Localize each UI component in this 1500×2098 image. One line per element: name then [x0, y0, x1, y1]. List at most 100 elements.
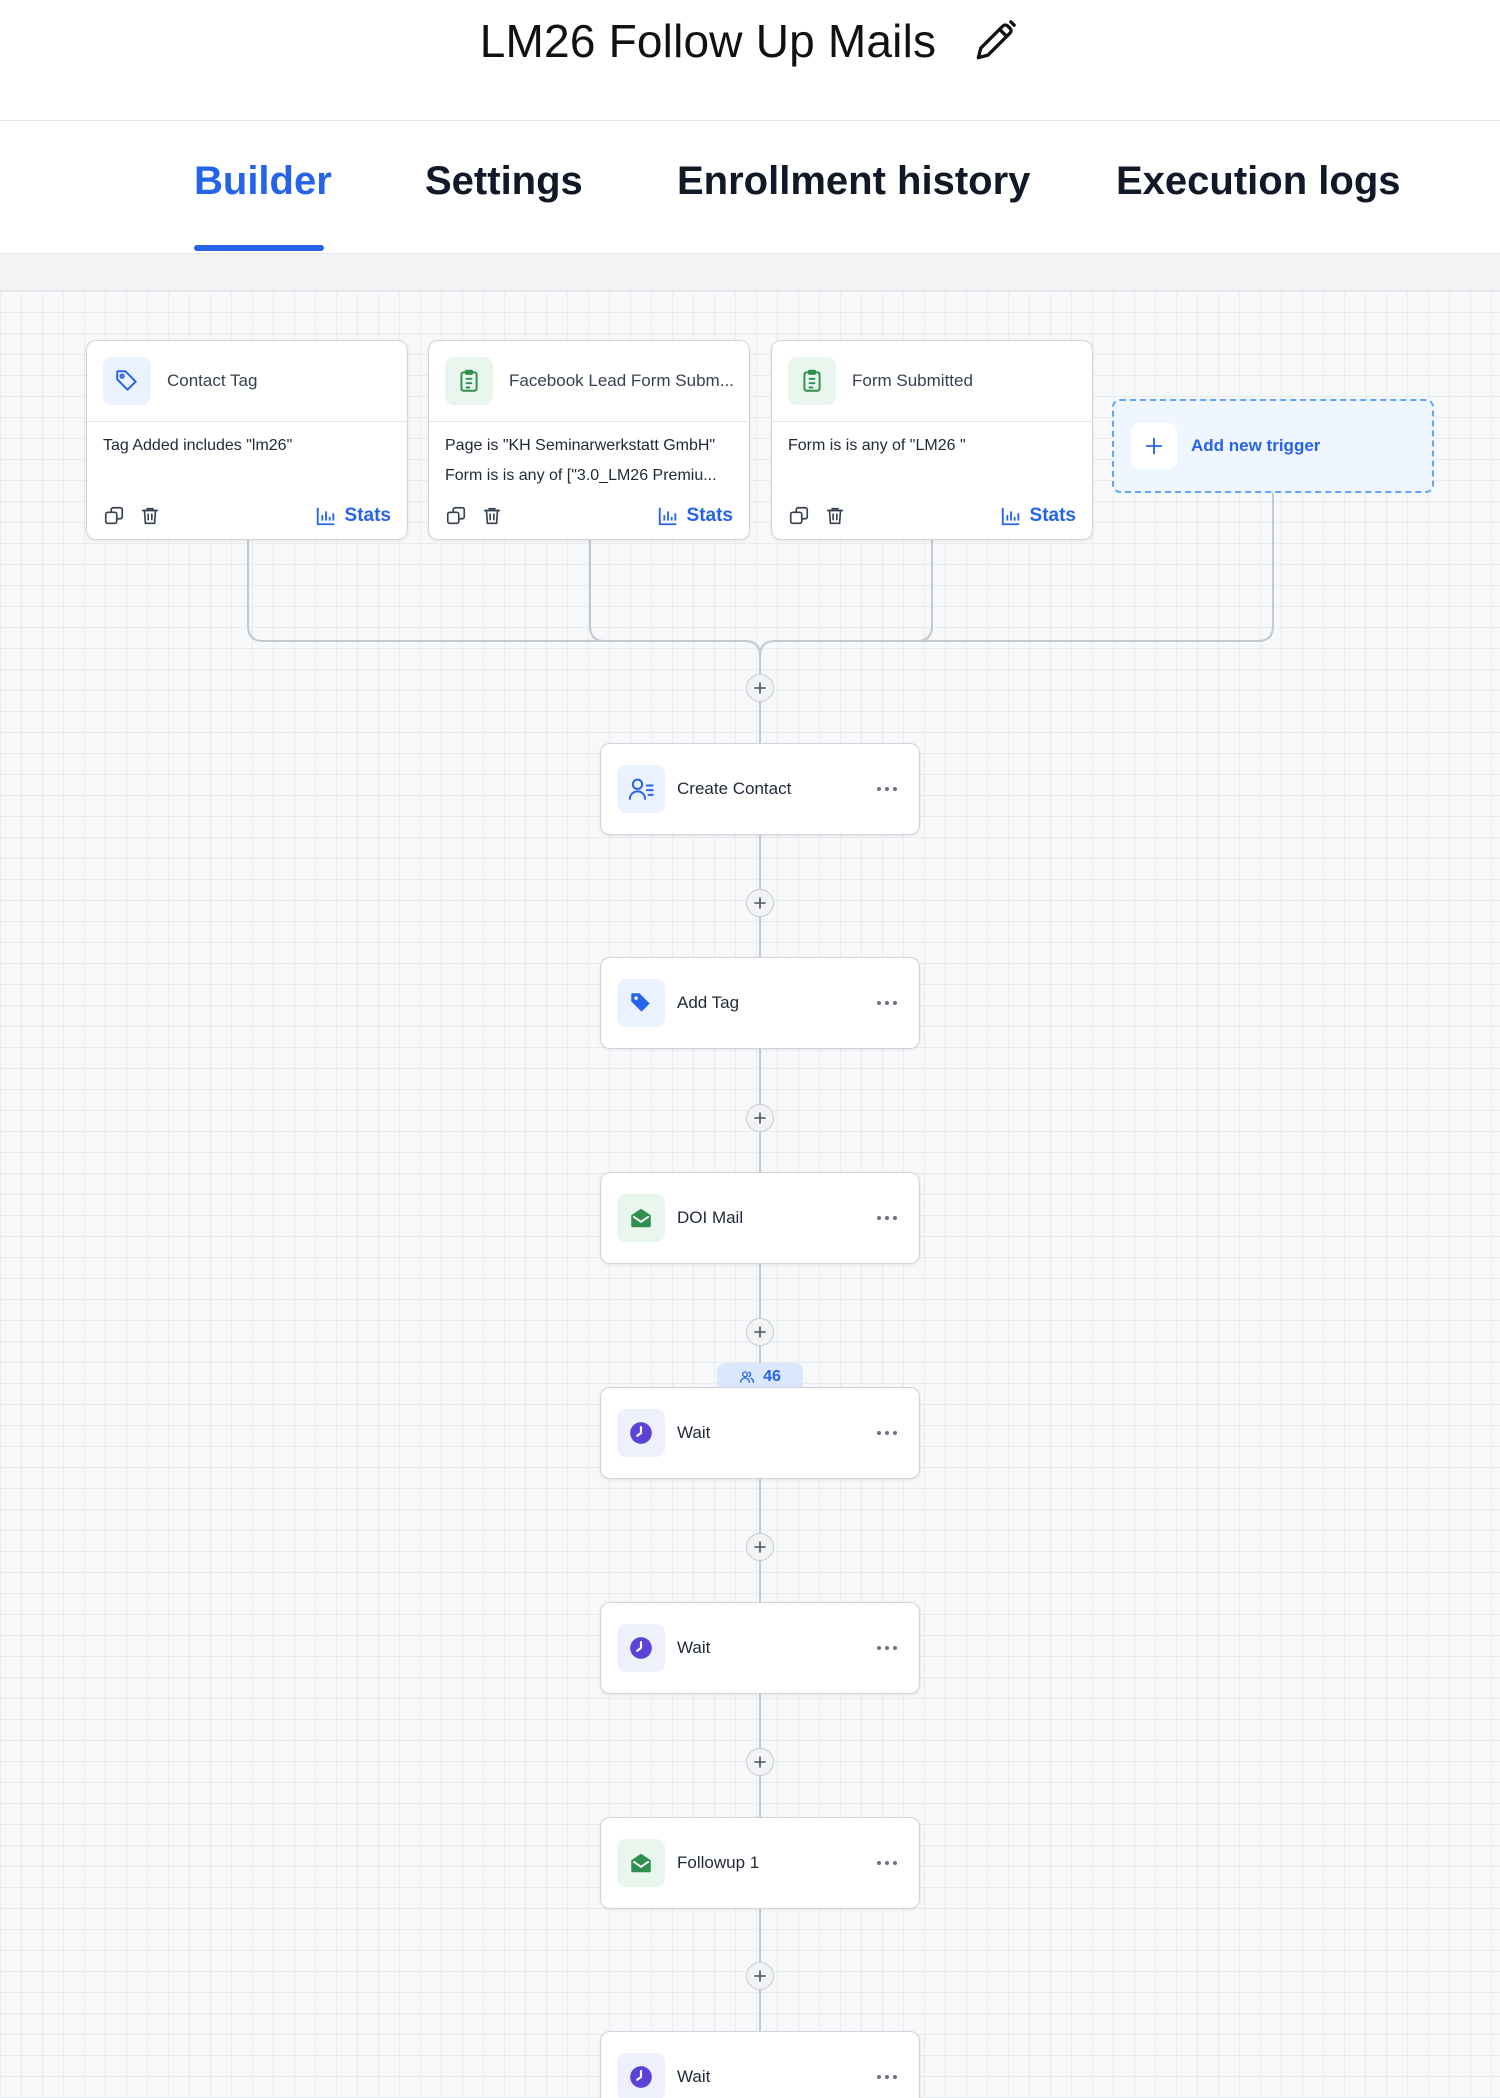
action-node-followup-1[interactable]: Followup 1 [600, 1817, 920, 1909]
tab-settings[interactable]: Settings [425, 159, 583, 204]
plus-icon [754, 1112, 766, 1124]
trigger-card-facebook-lead-form[interactable]: Facebook Lead Form Subm... Page is "KH S… [428, 340, 750, 540]
action-node-add-tag[interactable]: Add Tag [600, 957, 920, 1049]
add-step-button[interactable] [746, 889, 774, 917]
add-step-button[interactable] [746, 1748, 774, 1776]
trigger-icon-box [103, 357, 151, 405]
contact-icon [628, 778, 654, 800]
trigger-condition: Form is is any of "LM26 " [788, 437, 966, 454]
trigger-card-footer: Stats [772, 493, 1092, 539]
email-icon [631, 1853, 651, 1873]
pencil-icon[interactable] [970, 16, 1020, 66]
duplicate-icon[interactable] [788, 505, 810, 527]
more-options-icon[interactable] [875, 999, 899, 1007]
trash-icon[interactable] [481, 505, 503, 527]
toolbar-strip [0, 254, 1500, 291]
action-icon-box [617, 1194, 665, 1242]
action-node-wait[interactable]: Wait [600, 1602, 920, 1694]
tab-enrollment-history[interactable]: Enrollment history [677, 159, 1030, 204]
plus-icon [754, 1541, 766, 1553]
trigger-condition: Page is "KH Seminarwerkstatt GmbH" [445, 437, 716, 454]
action-icon-box [617, 765, 665, 813]
plus-icon [754, 1326, 766, 1338]
duplicate-icon[interactable] [103, 505, 125, 527]
trigger-title: Form Submitted [852, 371, 973, 390]
action-label: Create Contact [677, 779, 792, 798]
more-options-icon[interactable] [875, 785, 899, 793]
tag-outline-icon [116, 370, 137, 391]
tab-bar: Builder Settings Enrollment history Exec… [0, 121, 1500, 255]
action-node-create-contact[interactable]: Create Contact [600, 743, 920, 835]
trigger-card-footer: Stats [87, 493, 407, 539]
trash-icon[interactable] [139, 505, 161, 527]
trigger-card-header: Form Submitted [772, 341, 1092, 422]
action-node-wait[interactable]: Wait [600, 2031, 920, 2098]
plus-icon [754, 897, 766, 909]
add-new-trigger-label: Add new trigger [1191, 436, 1321, 455]
plus-icon [754, 682, 766, 694]
more-options-icon[interactable] [875, 1214, 899, 1222]
stats-button[interactable]: Stats [315, 505, 391, 527]
enrollment-count: 46 [763, 1368, 781, 1385]
tab-builder[interactable]: Builder [194, 159, 332, 204]
more-options-icon[interactable] [875, 1429, 899, 1437]
trigger-card-form-submitted[interactable]: Form Submitted Form is is any of "LM26 "… [771, 340, 1093, 540]
trigger-conditions: Tag Added includes "lm26" [103, 431, 395, 461]
clock-icon [630, 2066, 652, 2088]
add-step-button[interactable] [746, 674, 774, 702]
action-icon-box [617, 1409, 665, 1457]
add-new-trigger-button[interactable]: Add new trigger [1112, 399, 1434, 493]
tab-execution-logs[interactable]: Execution logs [1116, 159, 1401, 204]
bar-chart-icon [1001, 507, 1019, 526]
trigger-conditions: Form is is any of "LM26 " [788, 431, 1080, 461]
action-label: Add Tag [677, 993, 740, 1012]
action-icon-box [617, 1839, 665, 1887]
action-label: Wait [677, 1638, 711, 1657]
add-step-button[interactable] [746, 1104, 774, 1132]
plus-icon [1145, 437, 1163, 455]
add-step-button[interactable] [746, 1318, 774, 1346]
users-icon [740, 1371, 755, 1383]
bar-chart-icon [658, 507, 676, 526]
more-options-icon[interactable] [875, 2073, 899, 2081]
workflow-canvas[interactable]: Contact Tag Tag Added includes "lm26" St… [0, 291, 1500, 2098]
add-plus-box [1131, 423, 1177, 469]
email-icon [631, 1208, 651, 1228]
duplicate-icon[interactable] [445, 505, 467, 527]
action-label: DOI Mail [677, 1208, 744, 1227]
trigger-title: Facebook Lead Form Subm... [509, 371, 734, 390]
action-icon-box [617, 979, 665, 1027]
action-label: Wait [677, 1423, 711, 1442]
trigger-icon-box [445, 357, 493, 405]
workflow-header: LM26 Follow Up Mails [0, 0, 1500, 122]
stats-button[interactable]: Stats [657, 505, 733, 527]
action-label: Wait [677, 2067, 711, 2086]
action-label: Followup 1 [677, 1853, 760, 1872]
workflow-title: LM26 Follow Up Mails [479, 15, 937, 67]
trigger-icon-box [788, 357, 836, 405]
action-icon-box [617, 1624, 665, 1672]
trigger-card-footer: Stats [429, 493, 749, 539]
trigger-title: Contact Tag [167, 371, 258, 390]
add-step-button[interactable] [746, 1962, 774, 1990]
more-options-icon[interactable] [875, 1859, 899, 1867]
title-row: LM26 Follow Up Mails [0, 14, 1500, 68]
action-icon-box [617, 2053, 665, 2098]
stats-button[interactable]: Stats [1000, 505, 1076, 527]
action-node-wait[interactable]: Wait [600, 1387, 920, 1479]
trigger-card-contact-tag[interactable]: Contact Tag Tag Added includes "lm26" St… [86, 340, 408, 540]
active-tab-indicator [194, 245, 324, 251]
more-options-icon[interactable] [875, 1644, 899, 1652]
trigger-condition: Tag Added includes "lm26" [103, 437, 293, 454]
tag-icon [631, 993, 650, 1012]
trigger-card-header: Contact Tag [87, 341, 407, 422]
action-node-doi-mail[interactable]: DOI Mail [600, 1172, 920, 1264]
add-step-button[interactable] [746, 1533, 774, 1561]
bar-chart-icon [316, 507, 334, 526]
plus-icon [754, 1756, 766, 1768]
clipboard-icon [460, 369, 478, 392]
trash-icon[interactable] [824, 505, 846, 527]
stats-label: Stats [344, 505, 391, 526]
clock-icon [630, 1637, 652, 1659]
clipboard-icon [803, 369, 821, 392]
